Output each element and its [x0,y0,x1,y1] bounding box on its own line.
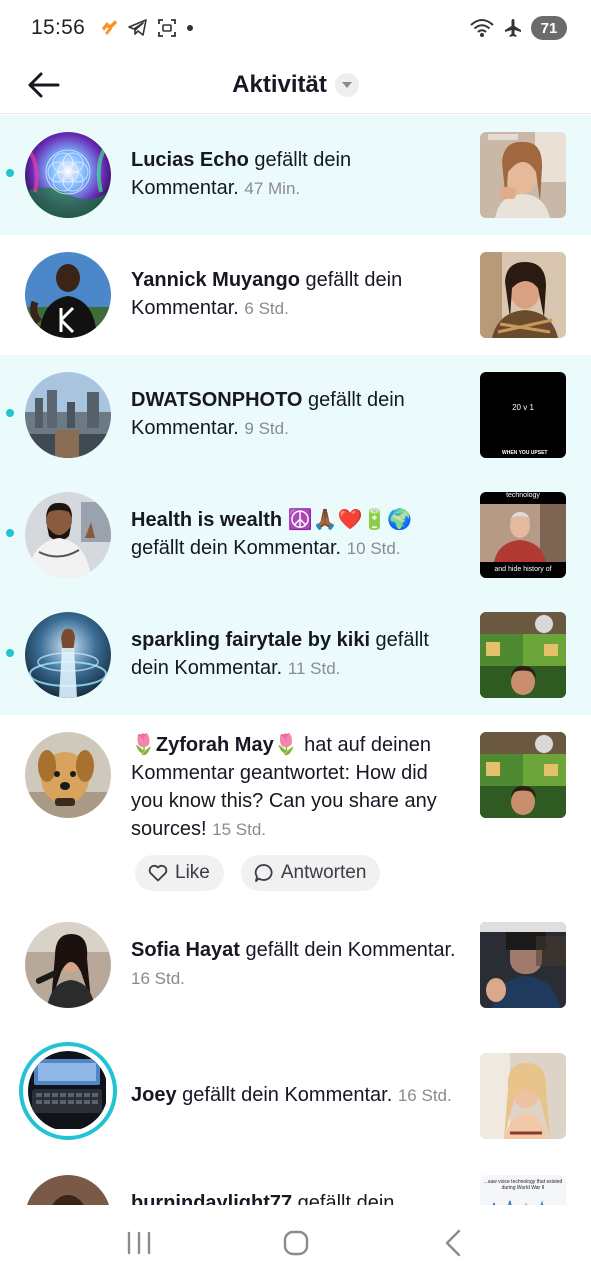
video-thumbnail[interactable] [480,132,566,218]
more-dot-icon [187,25,194,31]
user-name[interactable]: Health is wealth ☮️🙏🏾❤️🔋🌍 [131,509,412,531]
activity-time: 16 Std. [397,1086,452,1105]
reply-actions: Like Antworten [135,855,381,891]
user-name[interactable]: 🌷Zyforah May🌷 [131,734,299,756]
recents-icon [127,1231,150,1254]
nav-back-button[interactable] [423,1218,483,1268]
video-thumbnail[interactable] [480,922,566,1008]
video-thumbnail[interactable]: technology and hide history of [480,492,566,578]
arrow-left-icon [28,72,60,98]
activity-time: 11 Std. [287,659,341,678]
activity-item[interactable]: Yannick Muyango gefällt dein Kommentar. … [0,235,591,355]
system-nav-bar [0,1205,591,1280]
activity-action: gefällt dein Kommentar. [176,1084,393,1106]
activity-text: Health is wealth ☮️🙏🏾❤️🔋🌍 gefällt dein K… [131,506,461,563]
video-thumbnail[interactable] [480,252,566,338]
avatar[interactable] [25,372,111,458]
activity-item[interactable]: Joey gefällt dein Kommentar. 16 Std. [0,1025,591,1165]
activity-text: Yannick Muyango gefällt dein Kommentar. … [131,266,461,323]
back-button[interactable] [24,66,62,104]
video-thumbnail[interactable] [480,612,566,698]
user-name[interactable]: Joey [131,1084,177,1106]
activity-text: 🌷Zyforah May🌷 hat auf deinen Kommentar g… [131,731,461,844]
reply-label: Antworten [280,862,367,883]
speech-bubble-icon [254,864,273,882]
activity-text: Lucias Echo gefällt dein Kommentar. 47 M… [131,146,461,203]
thumbnail-caption: technology [506,492,540,499]
avatar[interactable] [25,252,111,338]
unread-dot [6,169,14,177]
activity-filter-dropdown[interactable]: Aktivität [232,71,359,99]
avatar[interactable] [25,732,111,818]
thumbnail-caption: ...saw voice technology that existed dur… [483,1179,563,1191]
heart-outline-icon [148,864,168,882]
home-button[interactable] [266,1218,326,1268]
activity-time: 9 Std. [244,419,289,438]
user-name[interactable]: Lucias Echo [131,149,249,171]
user-name[interactable]: burnindaylight77 [131,1192,292,1205]
video-thumbnail[interactable]: 20 v 1 WHEN YOU UPSET [480,372,566,458]
app-header: Aktivität [0,56,591,114]
reply-button[interactable]: Antworten [240,855,381,891]
story-avatar[interactable] [19,1042,117,1140]
activity-list: Lucias Echo gefällt dein Kommentar. 47 M… [0,115,591,1205]
telegram-icon [128,19,147,36]
avatar[interactable] [25,1175,111,1205]
activity-time: 6 Std. [244,299,289,318]
video-thumbnail[interactable] [480,732,566,818]
activity-item[interactable]: Lucias Echo gefällt dein Kommentar. 47 M… [0,115,591,235]
activity-text: burnindaylight77 gefällt dein [131,1189,461,1205]
activity-time: 15 Std. [212,820,267,839]
user-name[interactable]: sparkling fairytale by kiki [131,629,370,651]
airplane-mode-icon [505,19,521,37]
activity-text: Sofia Hayat gefällt dein Kommentar. 16 S… [131,936,461,993]
avatar[interactable] [25,132,111,218]
activity-time: 16 Std. [131,969,185,988]
video-thumbnail[interactable] [480,1053,566,1139]
activity-item-reply[interactable]: 🌷Zyforah May🌷 hat auf deinen Kommentar g… [0,715,591,915]
thumbnail-caption: and hide history of [494,566,552,573]
avatar[interactable] [25,922,111,1008]
activity-text: DWATSONPHOTO gefällt dein Kommentar. 9 S… [131,386,461,443]
battery-indicator: 71 [531,16,567,40]
screenshot-icon [158,19,176,37]
like-label: Like [175,862,210,883]
activity-time: 47 Min. [244,179,301,198]
recents-button[interactable] [109,1218,169,1268]
user-name[interactable]: DWATSONPHOTO [131,389,302,411]
video-thumbnail[interactable]: ...saw voice technology that existed dur… [480,1175,566,1205]
tiktok-notification-icon [102,20,118,35]
unread-dot [6,529,14,537]
status-time: 15:56 [31,16,86,39]
status-notification-icons [99,18,194,38]
activity-text: sparkling fairytale by kiki gefällt dein… [131,626,461,683]
avatar[interactable] [25,612,111,698]
activity-action: gefällt dein [292,1192,395,1205]
activity-action: gefällt dein Kommentar. [239,939,456,961]
unread-dot [6,409,14,417]
activity-time: 10 Std. [346,539,401,558]
activity-text: Joey gefällt dein Kommentar. 16 Std. [131,1081,461,1110]
activity-item[interactable]: DWATSONPHOTO gefällt dein Kommentar. 9 S… [0,355,591,475]
activity-item[interactable]: Sofia Hayat gefällt dein Kommentar. 16 S… [0,905,591,1025]
activity-action: gefällt dein Kommentar. [131,537,342,559]
avatar[interactable] [25,492,111,578]
thumbnail-caption: WHEN YOU UPSET [502,450,548,456]
activity-item[interactable]: sparkling fairytale by kiki gefällt dein… [0,595,591,715]
chevron-down-icon [334,72,359,97]
activity-item[interactable]: burnindaylight77 gefällt dein ...saw voi… [0,1165,591,1205]
like-comment-button[interactable]: Like [135,855,224,891]
thumbnail-caption: 20 v 1 [512,403,534,412]
wifi-icon [470,19,494,37]
user-name[interactable]: Yannick Muyango [131,269,300,291]
user-name[interactable]: Sofia Hayat [131,939,240,961]
status-bar: 15:56 71 [0,0,591,56]
unread-dot [6,649,14,657]
nav-back-icon [445,1229,460,1256]
home-icon [283,1230,308,1255]
activity-item[interactable]: Health is wealth ☮️🙏🏾❤️🔋🌍 gefällt dein K… [0,475,591,595]
status-right: 71 [469,16,567,40]
page-title: Aktivität [232,70,327,98]
